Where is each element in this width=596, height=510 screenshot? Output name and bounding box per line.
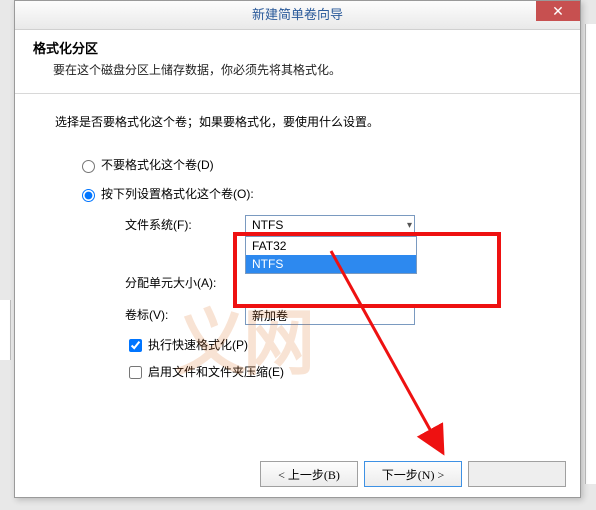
format-fields: 文件系统(F): NTFS ▾ FAT32 NTFS 分配单元大小(A): 卷标… bbox=[125, 214, 540, 382]
radio-no-format[interactable]: 不要格式化这个卷(D) bbox=[77, 157, 540, 174]
filesystem-select[interactable]: NTFS ▾ FAT32 NTFS bbox=[245, 215, 415, 235]
row-filesystem: 文件系统(F): NTFS ▾ FAT32 NTFS bbox=[125, 214, 540, 236]
check-quick-format-label: 执行快速格式化(P) bbox=[148, 337, 248, 354]
window-title: 新建简单卷向导 bbox=[15, 6, 580, 24]
option-ntfs[interactable]: NTFS bbox=[246, 255, 416, 273]
volume-label-label: 卷标(V): bbox=[125, 307, 245, 324]
allocation-label: 分配单元大小(A): bbox=[125, 275, 245, 292]
titlebar: 新建简单卷向导 ✕ bbox=[15, 1, 580, 30]
option-fat32[interactable]: FAT32 bbox=[246, 237, 416, 255]
close-icon: ✕ bbox=[552, 4, 564, 18]
radio-do-format-label: 按下列设置格式化这个卷(O): bbox=[101, 186, 254, 203]
radio-no-format-label: 不要格式化这个卷(D) bbox=[101, 157, 214, 174]
check-quick-format[interactable]: 执行快速格式化(P) bbox=[125, 336, 540, 355]
next-button[interactable]: 下一步(N) > bbox=[364, 461, 462, 487]
header-subtitle: 要在这个磁盘分区上储存数据，你必须先将其格式化。 bbox=[53, 62, 562, 79]
chevron-down-icon: ▾ bbox=[407, 220, 412, 231]
prompt-text: 选择是否要格式化这个卷；如果要格式化，要使用什么设置。 bbox=[55, 114, 540, 131]
background-window-edge bbox=[585, 24, 596, 484]
close-button[interactable]: ✕ bbox=[536, 1, 580, 21]
radio-no-format-input[interactable] bbox=[82, 160, 95, 173]
filesystem-label: 文件系统(F): bbox=[125, 217, 245, 234]
radio-do-format[interactable]: 按下列设置格式化这个卷(O): bbox=[77, 186, 540, 203]
wizard-body: 义网 选择是否要格式化这个卷；如果要格式化，要使用什么设置。 不要格式化这个卷(… bbox=[15, 94, 580, 454]
back-button[interactable]: < 上一步(B) bbox=[260, 461, 358, 487]
check-compress-label: 启用文件和文件夹压缩(E) bbox=[148, 364, 284, 381]
filesystem-value: NTFS bbox=[252, 218, 283, 232]
wizard-footer: < 上一步(B) 下一步(N) > bbox=[260, 461, 566, 487]
check-compress[interactable]: 启用文件和文件夹压缩(E) bbox=[125, 363, 540, 382]
check-quick-format-input[interactable] bbox=[129, 339, 142, 352]
volume-label-input[interactable] bbox=[245, 305, 415, 325]
check-compress-input[interactable] bbox=[129, 366, 142, 379]
blank-button[interactable] bbox=[468, 461, 566, 487]
wizard-window: 新建简单卷向导 ✕ 格式化分区 要在这个磁盘分区上储存数据，你必须先将其格式化。… bbox=[14, 0, 581, 498]
row-allocation: 分配单元大小(A): bbox=[125, 272, 540, 294]
background-window-edge-left bbox=[0, 300, 11, 360]
wizard-header: 格式化分区 要在这个磁盘分区上储存数据，你必须先将其格式化。 bbox=[15, 30, 580, 94]
header-title: 格式化分区 bbox=[33, 40, 562, 58]
row-volume-label: 卷标(V): bbox=[125, 304, 540, 326]
radio-do-format-input[interactable] bbox=[82, 189, 95, 202]
filesystem-dropdown: FAT32 NTFS bbox=[245, 236, 417, 274]
